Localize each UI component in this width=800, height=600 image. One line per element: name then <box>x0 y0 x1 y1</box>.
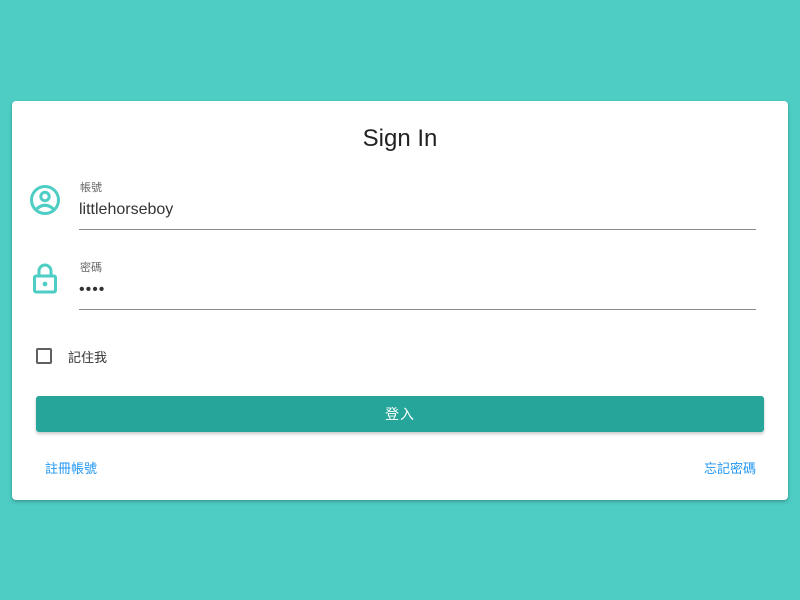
username-field: 帳號 <box>79 179 756 230</box>
username-label: 帳號 <box>80 181 102 194</box>
register-link[interactable]: 註冊帳號 <box>45 458 97 477</box>
sign-in-card: Sign In 帳號 密碼 記住我 登入 註冊帳號 忘記密碼 <box>12 101 788 500</box>
password-field: 密碼 <box>79 259 756 310</box>
username-input[interactable] <box>79 197 749 223</box>
password-input[interactable] <box>79 277 749 303</box>
remember-me-checkbox[interactable] <box>36 348 52 364</box>
remember-me-label: 記住我 <box>68 350 108 366</box>
remember-me-control[interactable]: 記住我 <box>36 345 107 367</box>
login-button[interactable]: 登入 <box>36 396 764 432</box>
page-title: Sign In <box>362 125 438 152</box>
password-label: 密碼 <box>80 261 102 274</box>
forgot-password-link[interactable]: 忘記密碼 <box>704 458 756 477</box>
account-circle-icon <box>28 183 62 217</box>
lock-icon <box>28 261 62 295</box>
